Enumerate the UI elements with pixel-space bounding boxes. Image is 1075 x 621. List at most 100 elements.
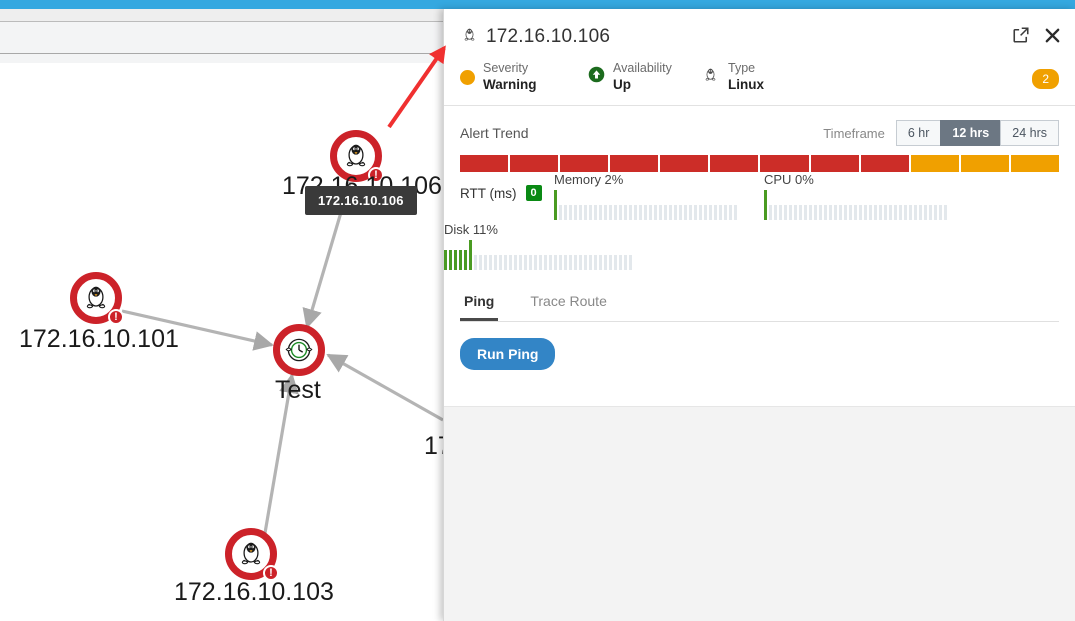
sparkline-bar bbox=[934, 205, 937, 220]
topology-node-172-16-10-101[interactable]: ! bbox=[70, 272, 124, 325]
sparkline-bar bbox=[624, 205, 627, 220]
sparkline-bar bbox=[474, 255, 477, 270]
sparkline-bar bbox=[719, 205, 722, 220]
sparkline-bar bbox=[489, 255, 492, 270]
sparkline-bar bbox=[644, 205, 647, 220]
panel-status-row: Severity Warning Availability Up Type Li… bbox=[460, 61, 764, 93]
run-ping-button[interactable]: Run Ping bbox=[460, 338, 556, 370]
alert-trend-segment bbox=[960, 155, 1009, 172]
sparkline-bar bbox=[904, 205, 907, 220]
sparkline-bar bbox=[594, 205, 597, 220]
sparkline-bar bbox=[649, 205, 652, 220]
sparkline-bar bbox=[629, 205, 632, 220]
alert-trend-segment bbox=[560, 155, 609, 172]
sparkline-bar bbox=[574, 205, 577, 220]
sparkline-bar bbox=[614, 205, 617, 220]
sparkline-bar bbox=[789, 205, 792, 220]
sparkline-bar bbox=[589, 255, 592, 270]
sparkline-bar bbox=[689, 205, 692, 220]
metric-rtt-value: 0 bbox=[525, 185, 542, 201]
timeframe-option-24-hrs[interactable]: 24 hrs bbox=[1000, 120, 1059, 146]
linux-penguin-icon bbox=[234, 537, 268, 571]
sparkline-bar bbox=[799, 205, 802, 220]
metric-cpu-sparkline bbox=[764, 190, 959, 220]
sparkline-bar bbox=[554, 255, 557, 270]
sparkline-bar bbox=[524, 255, 527, 270]
status-type: Type Linux bbox=[701, 61, 764, 93]
status-severity-value: Warning bbox=[483, 77, 537, 92]
sparkline-bar bbox=[624, 255, 627, 270]
status-severity-label: Severity bbox=[483, 61, 529, 75]
sparkline-bar bbox=[614, 255, 617, 270]
sparkline-bar bbox=[539, 255, 542, 270]
timeframe-label: Timeframe bbox=[823, 125, 885, 141]
tab-trace-route[interactable]: Trace Route bbox=[526, 285, 611, 321]
sparkline-bar bbox=[774, 205, 777, 220]
metric-disk-sparkline bbox=[444, 240, 639, 270]
alert-trend-section: Alert Trend Timeframe 6 hr 12 hrs 24 hrs bbox=[444, 106, 1075, 172]
sparkline-bar bbox=[514, 255, 517, 270]
sparkline-bar bbox=[449, 250, 452, 270]
sparkline-bar bbox=[599, 255, 602, 270]
sparkline-bar bbox=[454, 250, 457, 270]
topology-node-label-test: Test bbox=[275, 376, 321, 404]
sparkline-bar bbox=[604, 205, 607, 220]
timeframe-option-12-hrs[interactable]: 12 hrs bbox=[940, 120, 1002, 146]
sparkline-bar bbox=[574, 255, 577, 270]
sparkline-bar bbox=[499, 255, 502, 270]
timeframe-button-group[interactable]: 6 hr 12 hrs 24 hrs bbox=[895, 120, 1059, 146]
sparkline-bar bbox=[919, 205, 922, 220]
linux-penguin-icon bbox=[79, 281, 113, 315]
alert-trend-segment bbox=[510, 155, 559, 172]
metric-memory: Memory 2% bbox=[554, 172, 749, 220]
panel-tabs[interactable]: Ping Trace Route bbox=[460, 285, 1059, 322]
sparkline-bar bbox=[819, 205, 822, 220]
sparkline-bar bbox=[519, 255, 522, 270]
alert-trend-bar bbox=[460, 155, 1059, 172]
sparkline-bar bbox=[824, 205, 827, 220]
arrow-up-circle-icon bbox=[588, 66, 605, 88]
sparkline-bar bbox=[899, 205, 902, 220]
topology-node-test[interactable] bbox=[273, 324, 325, 376]
alert-trend-segment bbox=[1010, 155, 1059, 172]
alert-trend-segment bbox=[660, 155, 709, 172]
sparkline-bar bbox=[794, 205, 797, 220]
sparkline-bar bbox=[864, 205, 867, 220]
metric-memory-sparkline bbox=[554, 190, 749, 220]
clock-icon bbox=[282, 333, 316, 367]
sparkline-bar bbox=[609, 255, 612, 270]
node-alert-badge: ! bbox=[108, 309, 124, 325]
sparkline-bar bbox=[594, 255, 597, 270]
timeframe-control: Timeframe 6 hr 12 hrs 24 hrs bbox=[823, 120, 1059, 146]
external-link-icon[interactable] bbox=[1012, 26, 1030, 44]
sparkline-bar bbox=[634, 205, 637, 220]
device-detail-panel: 172.16.10.106 Severity Warning Availabil… bbox=[443, 9, 1075, 621]
metric-memory-label: Memory 2% bbox=[554, 172, 624, 187]
sparkline-bar bbox=[939, 205, 942, 220]
sparkline-bar bbox=[874, 205, 877, 220]
sparkline-bar bbox=[664, 205, 667, 220]
linux-penguin-icon bbox=[701, 65, 720, 89]
sparkline-bar bbox=[504, 255, 507, 270]
alert-count-badge: 2 bbox=[1032, 69, 1059, 89]
sparkline-bar bbox=[809, 205, 812, 220]
sparkline-bar bbox=[529, 255, 532, 270]
tab-ping[interactable]: Ping bbox=[460, 285, 499, 321]
sparkline-bar bbox=[929, 205, 932, 220]
sparkline-bar bbox=[734, 205, 737, 220]
sparkline-bar bbox=[599, 205, 602, 220]
timeframe-option-6-hr[interactable]: 6 hr bbox=[895, 120, 942, 146]
sparkline-bar bbox=[464, 250, 467, 270]
status-severity: Severity Warning bbox=[460, 61, 588, 93]
close-icon[interactable] bbox=[1044, 27, 1061, 44]
sparkline-bar bbox=[944, 205, 947, 220]
sparkline-bar bbox=[779, 205, 782, 220]
metrics-section: RTT (ms) 0 Memory 2% CPU 0% Disk 11% bbox=[444, 172, 1075, 277]
sparkline-bar bbox=[544, 255, 547, 270]
sparkline-bar bbox=[549, 255, 552, 270]
sparkline-bar bbox=[844, 205, 847, 220]
sparkline-bar bbox=[869, 205, 872, 220]
sparkline-bar bbox=[639, 205, 642, 220]
alert-trend-segment bbox=[760, 155, 809, 172]
topology-node-172-16-10-103[interactable]: ! bbox=[225, 528, 279, 581]
